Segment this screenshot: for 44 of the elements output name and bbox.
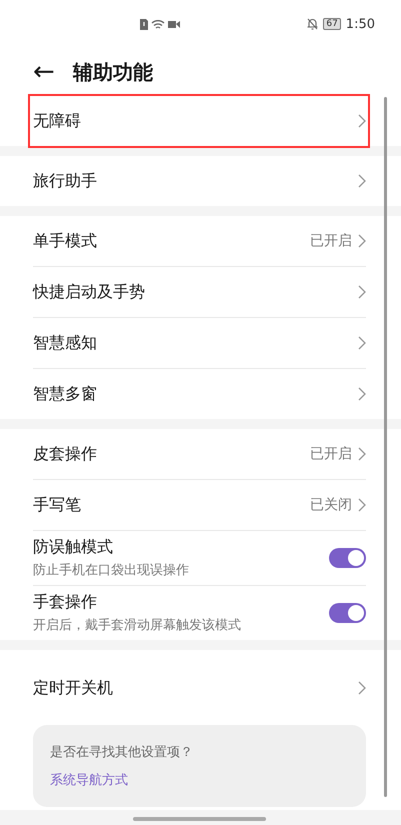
settings-row[interactable]: 快捷启动及手势	[33, 266, 366, 317]
sim-icon	[140, 18, 148, 30]
chevron-right-icon	[358, 174, 366, 188]
suggestion-question: 是否在寻找其他设置项？	[50, 744, 194, 761]
row-status: 已开启	[310, 232, 352, 250]
chevron-right-icon	[358, 285, 366, 299]
chevron-right-icon	[358, 681, 366, 695]
settings-row[interactable]: 手写笔 已关闭	[33, 479, 366, 530]
camera-icon	[168, 20, 180, 28]
row-label: 旅行助手	[33, 170, 98, 192]
page-title: 辅助功能	[72, 58, 153, 86]
toggle-switch[interactable]	[329, 548, 366, 568]
row-label: 皮套操作	[33, 444, 98, 464]
chevron-right-icon	[358, 498, 366, 512]
toggle-switch[interactable]	[329, 603, 366, 623]
settings-row[interactable]: 智慧多窗	[33, 368, 366, 419]
row-label: 快捷启动及手势	[33, 282, 146, 302]
chevron-right-icon	[358, 336, 366, 350]
row-label: 智慧多窗	[33, 384, 98, 404]
clock-time: 1:50	[346, 16, 375, 32]
settings-row[interactable]: 定时开关机	[33, 663, 366, 713]
chevron-right-icon	[358, 234, 366, 248]
muted-bell-icon	[307, 18, 318, 30]
battery-level: 67	[323, 18, 341, 30]
row-label: 防误触模式	[33, 537, 114, 558]
chevron-right-icon	[358, 114, 366, 128]
row-label: 无障碍	[33, 110, 82, 132]
suggestion-link[interactable]: 系统导航方式	[50, 771, 349, 789]
row-status: 已开启	[310, 445, 352, 463]
row-description: 防止手机在口袋出现误操作	[33, 562, 190, 579]
row-label: 定时开关机	[33, 678, 114, 698]
chevron-right-icon	[358, 387, 366, 401]
settings-row[interactable]: 智慧感知	[33, 317, 366, 368]
back-button[interactable]: ←	[33, 59, 55, 85]
wifi-icon	[151, 18, 165, 30]
settings-row[interactable]: 皮套操作 已开启	[33, 429, 366, 479]
settings-row[interactable]: 单手模式 已开启	[33, 216, 366, 266]
row-label: 单手模式	[33, 230, 98, 252]
row-description: 开启后，戴手套滑动屏幕触发该模式	[33, 617, 242, 634]
row-label: 手写笔	[33, 494, 82, 516]
row-label: 智慧感知	[33, 332, 98, 354]
chevron-right-icon	[358, 447, 366, 461]
row-label: 手套操作	[33, 592, 98, 613]
row-status: 已关闭	[310, 496, 352, 514]
